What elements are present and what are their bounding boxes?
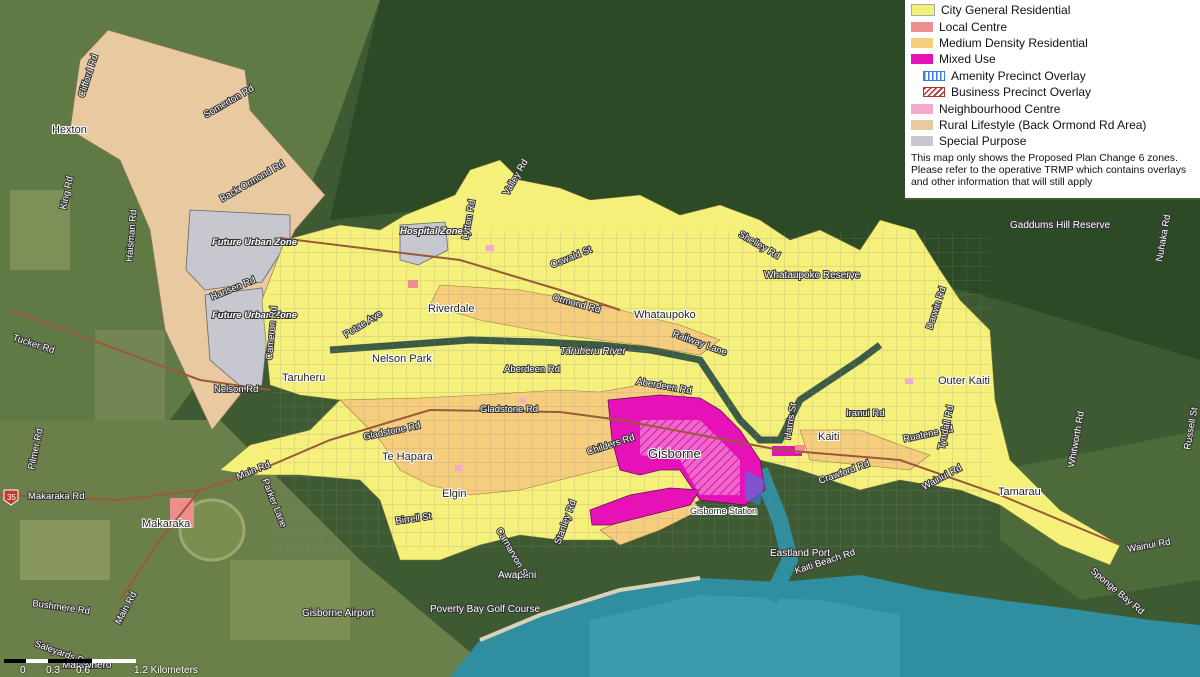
legend-row-business-precinct-overlay: Business Precinct Overlay — [909, 84, 1196, 100]
place-whataupoko-reserve: Whataupoko Reserve — [764, 270, 861, 281]
place-tamarau: Tamarau — [998, 486, 1041, 498]
place-makaraka: Makaraka — [142, 518, 191, 530]
place-riverdale: Riverdale — [428, 303, 474, 315]
legend-row-special-purpose: Special Purpose — [909, 133, 1196, 149]
place-whataupoko: Whataupoko — [634, 309, 696, 321]
river-label: Taruheru River — [560, 346, 626, 357]
legend-label: Business Precinct Overlay — [951, 85, 1092, 100]
road-makaraka-rd: Makaraka Rd — [28, 491, 85, 502]
legend-note: This map only shows the Proposed Plan Ch… — [911, 152, 1187, 189]
svg-text:35: 35 — [7, 493, 16, 502]
legend-swatch — [911, 54, 933, 65]
road-nelson-rd: Nelson Rd — [214, 384, 258, 395]
place-outer-kaiti: Outer Kaiti — [938, 375, 990, 387]
legend-row-neighbourhood-centre: Neighbourhood Centre — [909, 100, 1196, 116]
scale-bar-graphic — [4, 659, 136, 663]
place-gisborne-station: Gisborne Station — [690, 506, 757, 516]
place-te-hapara: Te Hapara — [382, 451, 434, 463]
legend-row-rural-lifestyle: Rural Lifestyle (Back Ormond Rd Area) — [909, 117, 1196, 133]
legend-label: Medium Density Residential — [939, 35, 1088, 50]
legend-label: Rural Lifestyle (Back Ormond Rd Area) — [939, 117, 1147, 132]
legend-swatch — [911, 103, 933, 114]
road-aberdeen-rd-1: Aberdeen Rd — [504, 364, 560, 375]
legend-label: Special Purpose — [939, 134, 1027, 149]
legend-swatch — [911, 119, 933, 130]
place-elgin: Elgin — [442, 488, 466, 500]
place-poverty-bay-golf-course: Poverty Bay Golf Course — [430, 604, 540, 615]
hospital-zone-label: Hospital Zone — [400, 226, 464, 237]
legend-row-city-general-residential: City General Residential — [909, 2, 1196, 18]
road-iranui-rd: Iranui Rd — [846, 408, 885, 419]
future-urban-zone-label-1: Future Urban Zone — [212, 237, 298, 248]
legend-swatch — [911, 21, 933, 32]
place-gaddums-hill-reserve: Gaddums Hill Reserve — [1010, 220, 1110, 231]
map-legend: City General Residential Local Centre Me… — [905, 0, 1200, 198]
scale-bar: 0 0.3 0.6 1.2 Kilometers — [0, 657, 260, 677]
place-taruheru: Taruheru — [282, 372, 325, 384]
legend-swatch-hatch — [923, 87, 945, 98]
legend-row-local-centre: Local Centre — [909, 18, 1196, 34]
legend-label: City General Residential — [941, 3, 1071, 18]
place-gisborne-airport: Gisborne Airport — [302, 608, 374, 619]
legend-row-medium-density-residential: Medium Density Residential — [909, 35, 1196, 51]
road-gladstone-rd-2: Gladstone Rd — [480, 404, 538, 415]
legend-row-amenity-precinct-overlay: Amenity Precinct Overlay — [909, 68, 1196, 84]
legend-label: Mixed Use — [939, 52, 996, 67]
scale-label-0-3: 0.3 — [46, 665, 60, 676]
place-hexton: Hexton — [52, 124, 87, 136]
legend-swatch-hatch — [923, 70, 945, 81]
place-gisborne: Gisborne — [648, 446, 701, 461]
scale-label-1-2-km: 1.2 Kilometers — [134, 665, 198, 676]
legend-swatch — [911, 37, 933, 48]
legend-label: Amenity Precinct Overlay — [951, 68, 1086, 83]
future-urban-zone-label-2: Future Urban Zone — [212, 310, 298, 321]
legend-row-mixed-use: Mixed Use — [909, 51, 1196, 67]
legend-swatch — [911, 4, 935, 17]
scale-label-0: 0 — [20, 665, 26, 676]
legend-swatch — [911, 136, 933, 147]
place-nelson-park: Nelson Park — [372, 353, 432, 365]
legend-label: Neighbourhood Centre — [939, 101, 1061, 116]
legend-label: Local Centre — [939, 19, 1008, 34]
place-kaiti: Kaiti — [818, 431, 839, 443]
scale-label-0-6: 0.6 — [76, 665, 90, 676]
